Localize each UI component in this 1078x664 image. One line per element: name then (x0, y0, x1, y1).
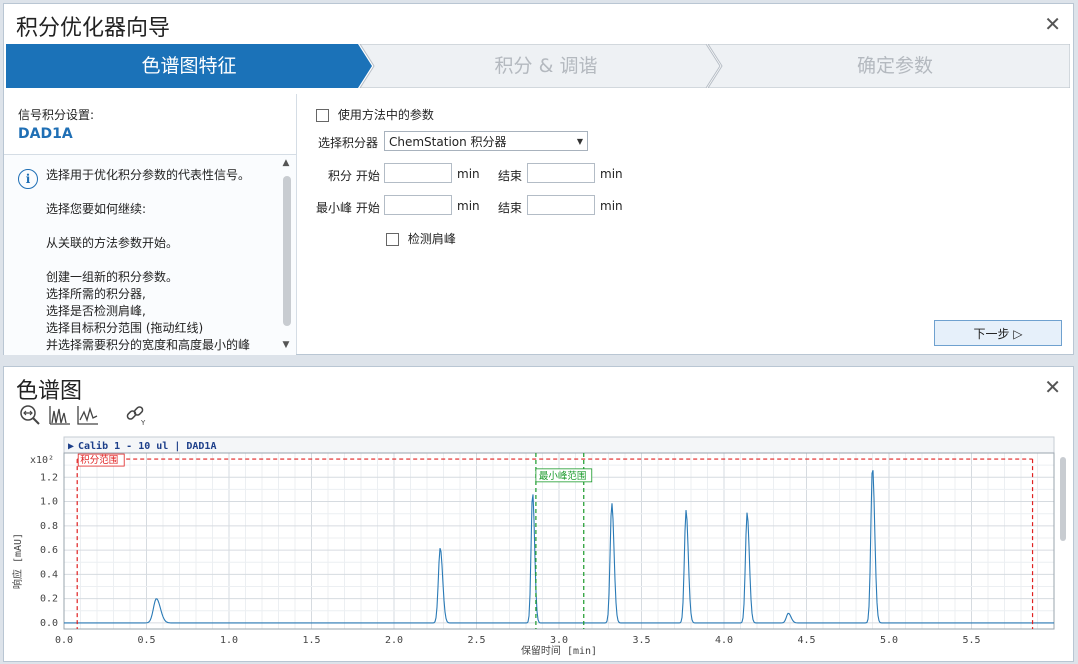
next-button-label: 下一步 (973, 327, 1010, 341)
select-integrator-label: 选择积分器 (318, 136, 379, 150)
integration-start-label: 积分 开始 (328, 169, 380, 183)
link-icon[interactable]: Y (124, 403, 148, 427)
step-3-label[interactable]: 确定参数 (720, 44, 1070, 88)
x-tick-label: 5.5 (962, 635, 980, 646)
integration-params-pane: 使用方法中的参数 选择积分器 ChemStation 积分器 ▼ 积分 开始 m… (302, 94, 1072, 354)
info-box: i 选择用于优化积分参数的代表性信号。 选择您要如何继续: 从关联的方法参数开始… (4, 154, 296, 355)
info-line: 选择您要如何继续: (46, 202, 147, 216)
svg-text:Y: Y (140, 419, 146, 427)
integrator-select[interactable]: ChemStation 积分器 ▼ (384, 131, 588, 151)
signal-integration-label: 信号积分设置: (18, 108, 95, 122)
chromatogram-title: 色谱图 (16, 379, 83, 404)
info-line: 从关联的方法参数开始。 (46, 236, 179, 250)
integration-start-input[interactable] (384, 163, 452, 183)
x-tick-label: 0.5 (137, 635, 155, 646)
baseline-icon[interactable] (76, 403, 100, 427)
signal-name: DAD1A (18, 126, 73, 142)
y-tick-label: 1.0 (40, 497, 58, 508)
y-tick-label: 1.2 (40, 472, 58, 483)
play-icon: ▶ (68, 441, 74, 452)
zoom-icon[interactable] (18, 403, 42, 427)
y-tick-label: 0.4 (40, 569, 58, 580)
min-peak-range-label: 最小峰范围 (539, 470, 587, 482)
detect-shoulders-checkbox[interactable] (386, 233, 399, 246)
signal-settings-pane: 信号积分设置: DAD1A i 选择用于优化积分参数的代表性信号。 选择您要如何… (4, 94, 297, 355)
scroll-up-icon[interactable]: ▲ (280, 158, 292, 168)
peaks-icon[interactable] (48, 403, 72, 427)
integration-end-label: 结束 (498, 169, 523, 183)
integration-range-label: 积分范围 (80, 454, 118, 466)
chart-header-text: Calib 1 - 10 ul | DAD1A (78, 440, 216, 452)
x-tick-label: 3.5 (632, 635, 650, 646)
x-tick-label: 4.5 (797, 635, 815, 646)
chevron-down-icon: ▼ (576, 137, 583, 146)
y-tick-label: 0.2 (40, 594, 58, 605)
arrow-right-icon: ▷ (1013, 327, 1023, 341)
use-method-params-label: 使用方法中的参数 (337, 108, 434, 122)
y-tick-label: 0.6 (40, 545, 58, 556)
step-1-label[interactable]: 色谱图特征 (6, 44, 372, 88)
integration-start-unit: min (457, 167, 480, 181)
next-button[interactable]: 下一步 ▷ (934, 320, 1062, 346)
x-tick-label: 2.5 (467, 635, 485, 646)
min-peak-end-label: 结束 (498, 201, 523, 215)
close-icon[interactable]: ✕ (1044, 12, 1061, 36)
chromatogram-panel: 色谱图 ✕ Y ▶ Calib 1 - 10 ul | DAD1A x10² 响… (3, 366, 1074, 662)
x-tick-label: 4.0 (715, 635, 733, 646)
x-tick-label: 2.0 (385, 635, 403, 646)
scroll-down-icon[interactable]: ▼ (280, 340, 292, 350)
use-method-params-checkbox[interactable] (316, 109, 329, 122)
y-tick-label: 0.8 (40, 521, 58, 532)
close-icon[interactable]: ✕ (1044, 375, 1061, 399)
x-tick-label: 0.0 (55, 635, 73, 646)
step-2-label[interactable]: 积分 & 调谐 (372, 44, 720, 88)
plot-background (8, 433, 1070, 659)
min-peak-end-unit: min (600, 199, 623, 213)
info-text: 选择用于优化积分参数的代表性信号。 选择您要如何继续: 从关联的方法参数开始。 … (46, 167, 266, 354)
min-peak-start-unit: min (457, 199, 480, 213)
scrollbar-thumb[interactable] (283, 176, 291, 326)
detect-shoulders-label: 检测肩峰 (407, 232, 456, 246)
wizard-steps: 色谱图特征 积分 & 调谐 确定参数 (6, 44, 1070, 88)
x-tick-label: 5.0 (880, 635, 898, 646)
info-line: 创建一组新的积分参数。 选择所需的积分器, 选择是否检测肩峰, 选择目标积分范围… (46, 270, 251, 352)
wizard-panel: 积分优化器向导 ✕ 色谱图特征 积分 & 调谐 确定参数 信号积分设置: DAD… (3, 3, 1074, 355)
y-axis-label: 响应 [mAU] (11, 533, 24, 589)
integration-end-input[interactable] (527, 163, 595, 183)
x-tick-label: 1.0 (220, 635, 238, 646)
integration-end-unit: min (600, 167, 623, 181)
info-scrollbar[interactable]: ▲ ▼ (280, 156, 292, 352)
x-tick-label: 1.5 (302, 635, 320, 646)
min-peak-start-input[interactable] (384, 195, 452, 215)
wizard-title: 积分优化器向导 (16, 16, 171, 41)
y-tick-label: 0.0 (40, 618, 58, 629)
chromatogram-plot[interactable]: ▶ Calib 1 - 10 ul | DAD1A x10² 响应 [mAU] … (8, 433, 1070, 659)
min-peak-end-input[interactable] (527, 195, 595, 215)
y-scale-label: x10² (30, 455, 54, 466)
info-icon: i (18, 169, 38, 189)
plot-scrollbar-thumb[interactable] (1060, 457, 1066, 541)
min-peak-start-label: 最小峰 开始 (316, 201, 380, 215)
info-line: 选择用于优化积分参数的代表性信号。 (46, 168, 251, 182)
x-tick-label: 3.0 (550, 635, 568, 646)
integrator-value: ChemStation 积分器 (389, 135, 507, 149)
